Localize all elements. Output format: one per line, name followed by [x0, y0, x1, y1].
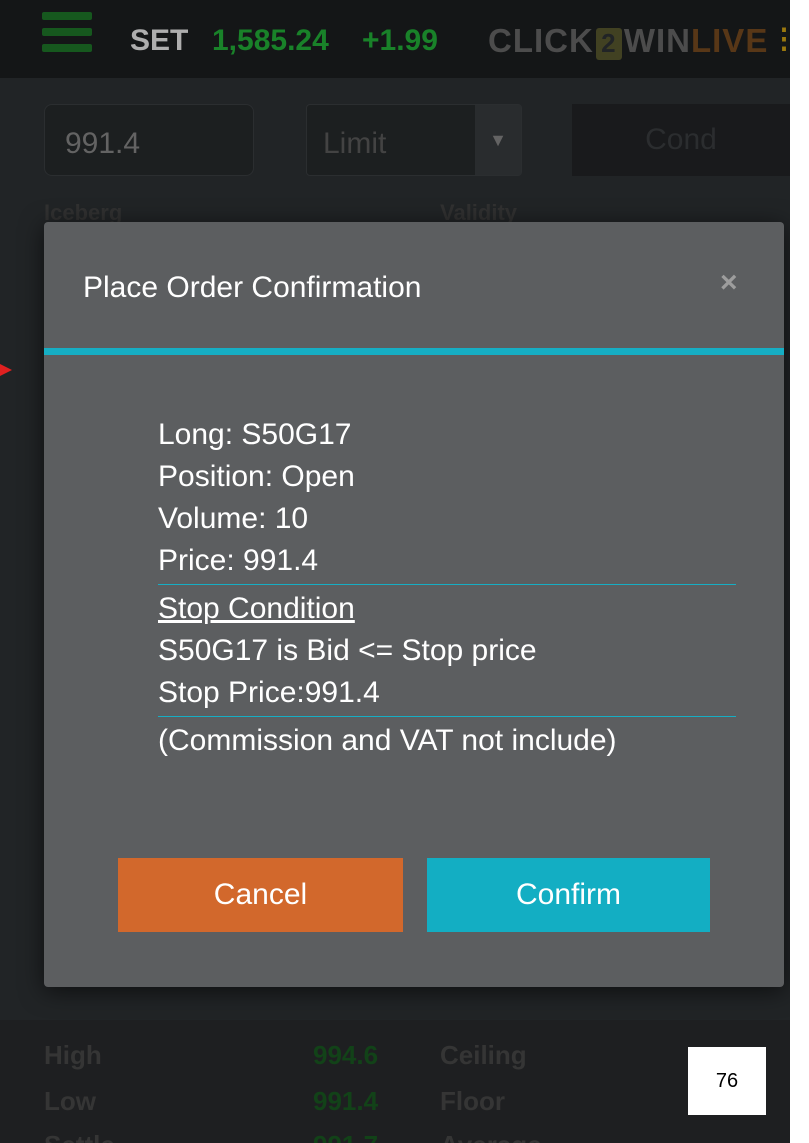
page-number: 76 [688, 1047, 766, 1115]
app-screen: SET 1,585.24 +1.99 CLICK 2 WINLIVE ⋮ 991.4… [0, 0, 790, 1143]
stop-rule: S50G17 is Bid <= Stop price [158, 634, 537, 667]
dialog-header: Place Order Confirmation × [44, 222, 784, 348]
long-line: Long: S50G17 [158, 418, 352, 451]
details-divider [158, 584, 736, 585]
confirm-button[interactable]: Confirm [427, 858, 710, 932]
dialog-title: Place Order Confirmation [83, 271, 422, 304]
red-pointer-arrow-icon [0, 364, 12, 376]
price-line: Price: 991.4 [158, 544, 319, 577]
stop-price-line: Stop Price:991.4 [158, 676, 380, 709]
cancel-button[interactable]: Cancel [118, 858, 403, 932]
position-line: Position: Open [158, 460, 355, 493]
stop-condition-heading: Stop Condition [158, 592, 355, 625]
order-confirmation-dialog: Place Order Confirmation × Long: S50G17 … [44, 222, 784, 987]
order-details: Long: S50G17 Position: Open Volume: 10 P… [158, 414, 736, 762]
commission-note: (Commission and VAT not include) [158, 724, 617, 757]
header-divider [44, 348, 784, 355]
volume-line: Volume: 10 [158, 502, 309, 535]
details-divider [158, 716, 736, 717]
close-icon[interactable]: × [720, 266, 738, 300]
